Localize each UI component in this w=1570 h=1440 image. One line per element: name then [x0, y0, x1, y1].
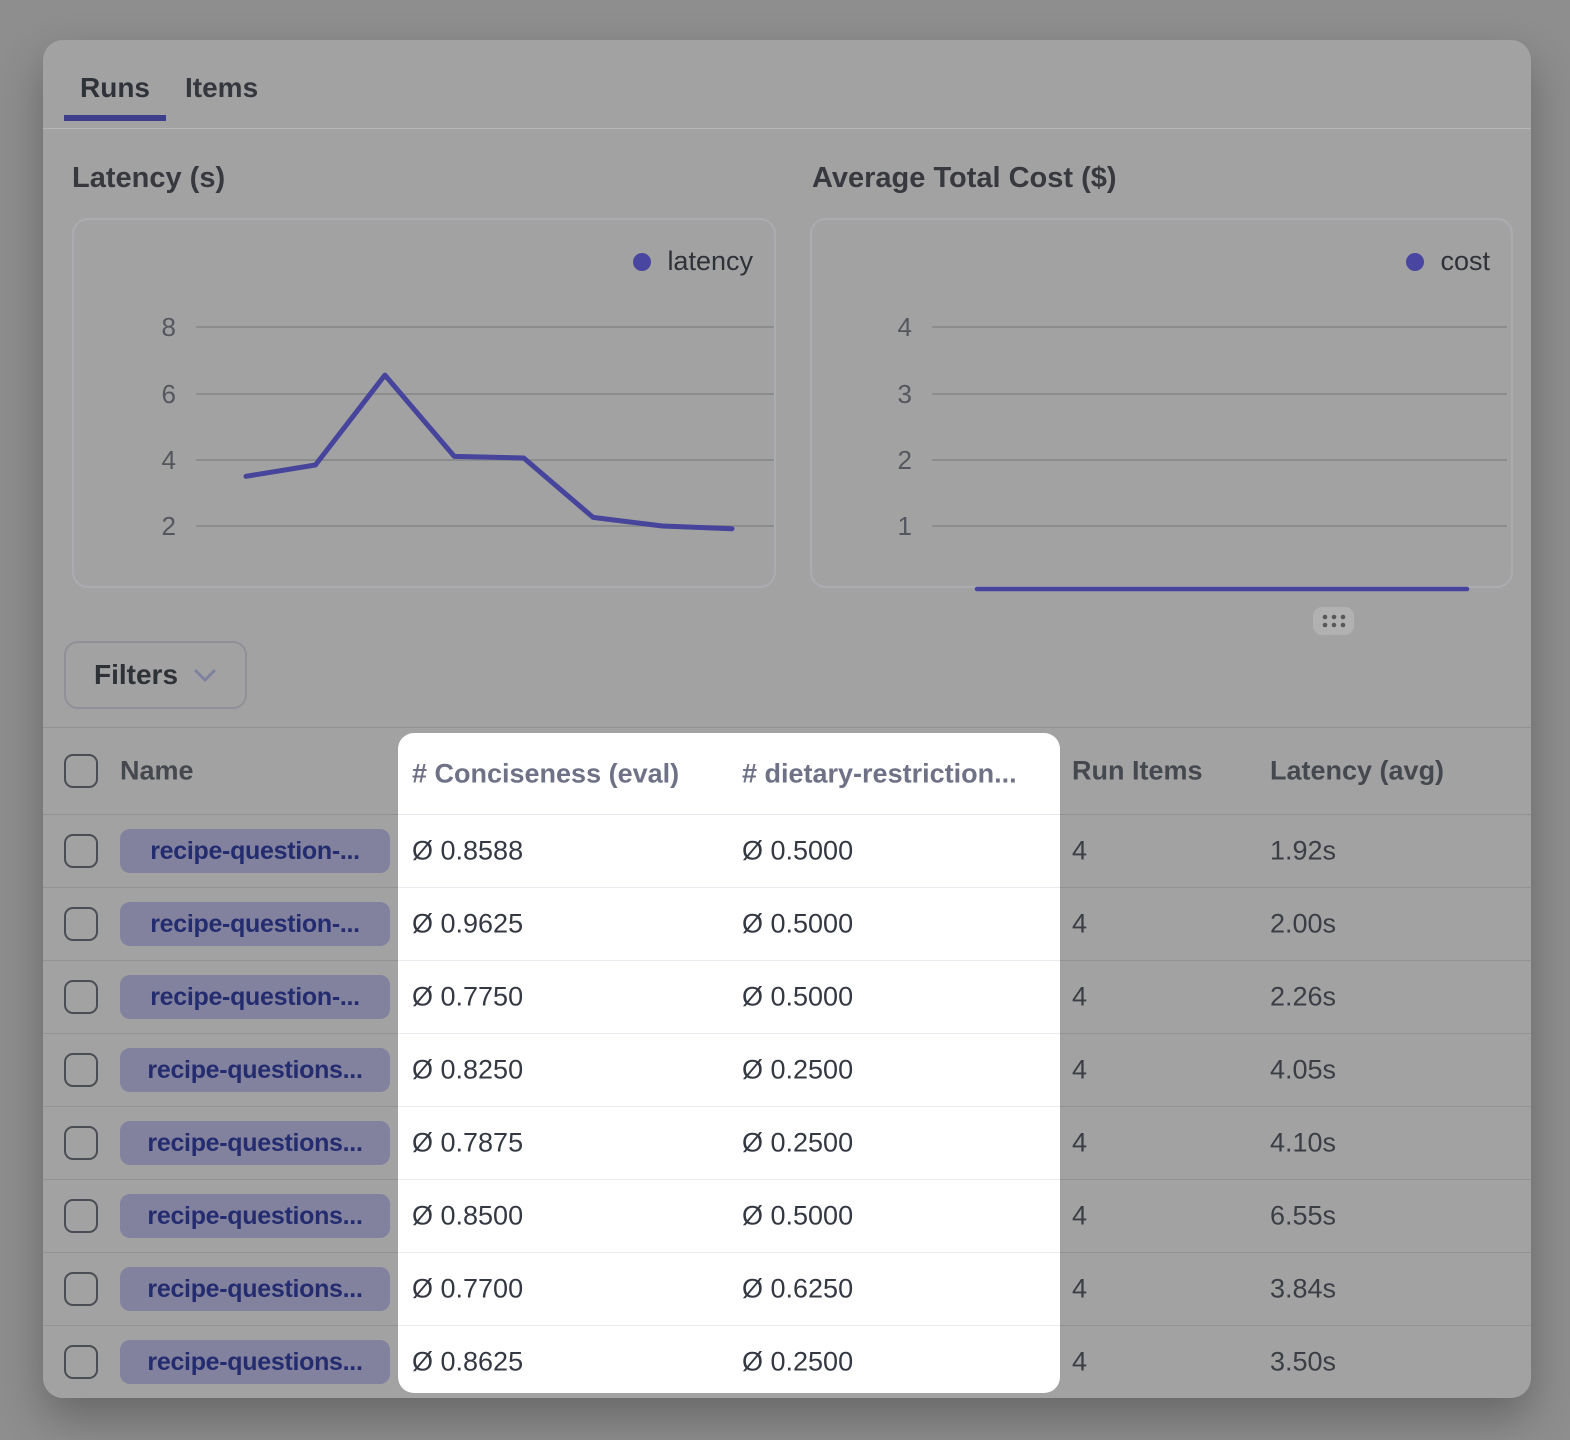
column-header-dietary: # dietary-restriction... — [742, 758, 1017, 789]
dietary-cell: Ø 0.2500 — [742, 1055, 853, 1086]
tabbar-divider — [43, 128, 1531, 129]
row-checkbox[interactable] — [64, 1199, 98, 1233]
row-checkbox[interactable] — [64, 834, 98, 868]
row-checkbox[interactable] — [64, 907, 98, 941]
conciseness-cell: Ø 0.7750 — [412, 982, 523, 1013]
run-items-cell: 4 — [1072, 909, 1087, 940]
run-name-badge[interactable]: recipe-question-... — [120, 975, 390, 1019]
run-name-badge[interactable]: recipe-question-... — [120, 902, 390, 946]
run-name-badge[interactable]: recipe-questions... — [120, 1194, 390, 1238]
filters-button[interactable]: Filters — [64, 641, 247, 709]
tab-items[interactable]: Items — [185, 72, 258, 104]
highlight-row: Ø 0.8500 Ø 0.5000 — [398, 1180, 1060, 1253]
conciseness-cell: Ø 0.8625 — [412, 1347, 523, 1378]
conciseness-cell: Ø 0.8250 — [412, 1055, 523, 1086]
run-items-cell: 4 — [1072, 1128, 1087, 1159]
row-checkbox[interactable] — [64, 1272, 98, 1306]
highlighted-columns-overlay: # Conciseness (eval) # dietary-restricti… — [398, 733, 1060, 1393]
latency-cell: 4.10s — [1270, 1128, 1336, 1159]
resize-drag-handle[interactable] — [1313, 607, 1354, 635]
select-all-checkbox[interactable] — [64, 754, 98, 788]
conciseness-cell: Ø 0.7700 — [412, 1274, 523, 1305]
latency-ytick-label: 6 — [74, 378, 176, 410]
drag-dots-icon — [1322, 614, 1346, 628]
cost-legend-label: cost — [1440, 246, 1490, 277]
active-tab-underline — [64, 115, 166, 121]
highlight-row: Ø 0.7750 Ø 0.5000 — [398, 961, 1060, 1034]
cost-ytick-label: 2 — [812, 444, 912, 476]
latency-cell: 2.26s — [1270, 982, 1336, 1013]
latency-cell: 2.00s — [1270, 909, 1336, 940]
column-header-latency: Latency (avg) — [1270, 756, 1444, 787]
cost-legend-dot-icon — [1406, 253, 1424, 271]
latency-chart-title: Latency (s) — [72, 162, 225, 195]
chevron-down-icon — [194, 669, 216, 682]
run-name-badge[interactable]: recipe-questions... — [120, 1048, 390, 1092]
latency-cell: 1.92s — [1270, 836, 1336, 867]
latency-chart-panel: latency 8 6 4 2 — [72, 218, 776, 588]
latency-cell: 4.05s — [1270, 1055, 1336, 1086]
cost-ytick-label: 4 — [812, 311, 912, 343]
conciseness-cell: Ø 0.8588 — [412, 836, 523, 867]
run-items-cell: 4 — [1072, 982, 1087, 1013]
dietary-cell: Ø 0.5000 — [742, 909, 853, 940]
latency-legend-dot-icon — [633, 253, 651, 271]
latency-legend-label: latency — [667, 246, 753, 277]
dietary-cell: Ø 0.2500 — [742, 1347, 853, 1378]
run-items-cell: 4 — [1072, 1055, 1087, 1086]
latency-ytick-label: 2 — [74, 510, 176, 542]
row-checkbox[interactable] — [64, 980, 98, 1014]
row-checkbox[interactable] — [64, 1345, 98, 1379]
cost-ytick-label: 1 — [812, 510, 912, 542]
cost-chart-title: Average Total Cost ($) — [812, 162, 1117, 195]
highlight-header-row: # Conciseness (eval) # dietary-restricti… — [398, 733, 1060, 815]
latency-cell: 3.84s — [1270, 1274, 1336, 1305]
run-name-badge[interactable]: recipe-question-... — [120, 829, 390, 873]
row-checkbox[interactable] — [64, 1053, 98, 1087]
latency-cell: 3.50s — [1270, 1347, 1336, 1378]
run-name-badge[interactable]: recipe-questions... — [120, 1121, 390, 1165]
dietary-cell: Ø 0.5000 — [742, 1201, 853, 1232]
tab-runs[interactable]: Runs — [80, 72, 150, 104]
highlight-row: Ø 0.7700 Ø 0.6250 — [398, 1253, 1060, 1326]
run-name-badge[interactable]: recipe-questions... — [120, 1267, 390, 1311]
dietary-cell: Ø 0.2500 — [742, 1128, 853, 1159]
conciseness-cell: Ø 0.8500 — [412, 1201, 523, 1232]
latency-ytick-label: 4 — [74, 444, 176, 476]
cost-legend: cost — [1406, 246, 1490, 277]
cost-chart-panel: cost 4 3 2 1 — [810, 218, 1513, 588]
column-header-conciseness: # Conciseness (eval) — [412, 758, 679, 789]
run-items-cell: 4 — [1072, 1347, 1087, 1378]
latency-cell: 6.55s — [1270, 1201, 1336, 1232]
run-items-cell: 4 — [1072, 836, 1087, 867]
row-checkbox[interactable] — [64, 1126, 98, 1160]
column-header-name: Name — [120, 756, 194, 787]
conciseness-cell: Ø 0.7875 — [412, 1128, 523, 1159]
column-header-run-items: Run Items — [1072, 756, 1203, 787]
conciseness-cell: Ø 0.9625 — [412, 909, 523, 940]
run-items-cell: 4 — [1072, 1201, 1087, 1232]
highlight-row: Ø 0.8588 Ø 0.5000 — [398, 815, 1060, 888]
run-name-badge[interactable]: recipe-questions... — [120, 1340, 390, 1384]
dietary-cell: Ø 0.6250 — [742, 1274, 853, 1305]
highlight-row: Ø 0.7875 Ø 0.2500 — [398, 1107, 1060, 1180]
latency-ytick-label: 8 — [74, 311, 176, 343]
highlight-row: Ø 0.8250 Ø 0.2500 — [398, 1034, 1060, 1107]
cost-ytick-label: 3 — [812, 378, 912, 410]
latency-legend: latency — [633, 246, 753, 277]
filters-button-label: Filters — [94, 659, 178, 691]
run-items-cell: 4 — [1072, 1274, 1087, 1305]
dietary-cell: Ø 0.5000 — [742, 982, 853, 1013]
highlight-row: Ø 0.8625 Ø 0.2500 — [398, 1326, 1060, 1393]
highlight-row: Ø 0.9625 Ø 0.5000 — [398, 888, 1060, 961]
dietary-cell: Ø 0.5000 — [742, 836, 853, 867]
